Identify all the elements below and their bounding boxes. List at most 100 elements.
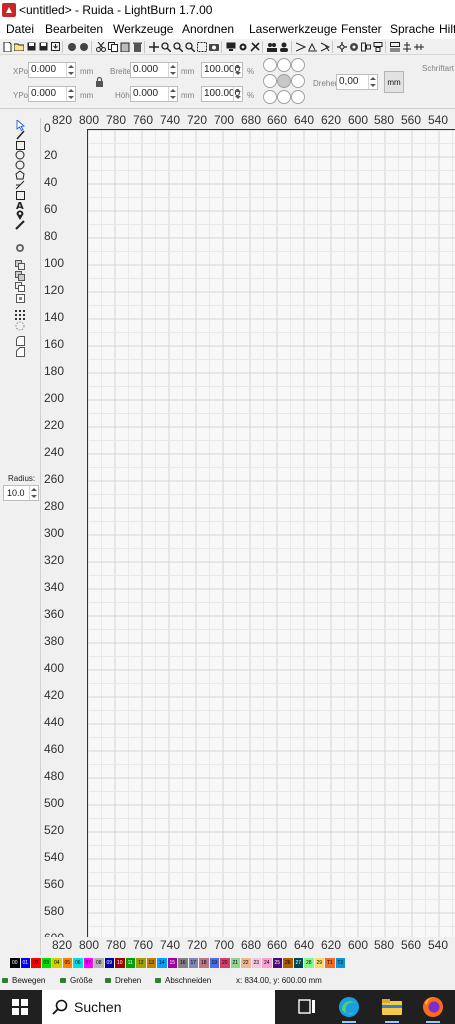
copy-icon[interactable]	[108, 41, 118, 52]
rectangle-tool-icon[interactable]	[14, 140, 26, 150]
height-input[interactable]: 0.000	[130, 86, 178, 102]
measure-box-tool-icon[interactable]	[14, 190, 26, 200]
export-icon[interactable]	[67, 42, 77, 52]
boolean-subtract-icon[interactable]	[14, 282, 26, 292]
frame-selection-icon[interactable]	[197, 41, 207, 52]
status-rotate[interactable]: Drehen	[105, 976, 141, 985]
distribute-vertical-icon[interactable]	[373, 41, 383, 52]
color-swatch-t1[interactable]: T1	[325, 958, 335, 968]
color-swatch-26[interactable]: 26	[283, 958, 293, 968]
edit-nodes-tool-icon[interactable]	[14, 130, 26, 140]
move-laser-icon[interactable]	[337, 41, 347, 52]
zoom-out-icon[interactable]	[173, 41, 183, 52]
xpos-input[interactable]: 0.000	[28, 62, 76, 78]
settings-gear-icon[interactable]	[238, 42, 248, 52]
color-swatch-25[interactable]: 25	[272, 958, 282, 968]
scale-y-input[interactable]: 100.000	[201, 86, 243, 102]
color-swatch-01[interactable]: 01	[20, 958, 30, 968]
color-swatch-09[interactable]: 09	[104, 958, 114, 968]
boolean-intersect-icon[interactable]	[14, 293, 26, 303]
zoom-in-icon[interactable]	[161, 41, 171, 52]
origin-bottom-center[interactable]	[277, 90, 291, 104]
scale-x-input[interactable]: 100.000	[201, 62, 243, 78]
origin-bottom-left[interactable]	[263, 90, 277, 104]
group-users-icon[interactable]	[267, 42, 277, 52]
status-move[interactable]: Bewegen	[2, 976, 45, 985]
ypos-input[interactable]: 0.000	[28, 86, 76, 102]
rotate-input[interactable]: 0,00	[336, 74, 378, 90]
color-swatch-21[interactable]: 21	[230, 958, 240, 968]
radius-input[interactable]: 10.0	[3, 485, 39, 501]
delete-icon[interactable]	[132, 42, 142, 52]
origin-top-left[interactable]	[263, 58, 277, 72]
menu-window[interactable]: Fenster	[341, 22, 382, 36]
task-view-icon[interactable]	[296, 996, 318, 1018]
color-swatch-27[interactable]: 27	[293, 958, 303, 968]
width-input[interactable]: 0.000	[130, 62, 178, 78]
line-tool-icon[interactable]	[14, 180, 26, 190]
color-swatch-14[interactable]: 14	[157, 958, 167, 968]
user-icon[interactable]	[279, 42, 289, 52]
boolean-union-icon[interactable]	[14, 271, 26, 281]
menu-help[interactable]: Hilf	[439, 22, 455, 36]
camera-icon[interactable]	[209, 42, 219, 52]
new-file-icon[interactable]	[2, 41, 12, 52]
origin-middle-right[interactable]	[291, 74, 305, 88]
color-swatch-05[interactable]: 05	[62, 958, 72, 968]
polygon-tool-icon[interactable]	[14, 160, 26, 170]
dock-icon[interactable]	[390, 41, 400, 52]
cut-icon[interactable]	[96, 41, 106, 52]
align-icon[interactable]	[296, 42, 306, 52]
align-spread-icon[interactable]	[414, 42, 424, 52]
color-swatch-06[interactable]: 06	[73, 958, 83, 968]
color-swatch-13[interactable]: 13	[146, 958, 156, 968]
flip-icon[interactable]	[320, 42, 330, 52]
open-file-icon[interactable]	[14, 42, 24, 52]
chamfer-corner-icon[interactable]	[14, 347, 26, 357]
xpos-stepper[interactable]	[66, 63, 75, 77]
height-stepper[interactable]	[168, 87, 177, 101]
taskbar-search[interactable]: Suchen	[42, 990, 275, 1024]
color-swatch-16[interactable]: 16	[178, 958, 188, 968]
file-explorer-icon[interactable]	[381, 996, 403, 1018]
distribute-icon[interactable]	[361, 42, 371, 52]
mirror-icon[interactable]	[308, 42, 318, 52]
target-icon[interactable]	[349, 42, 359, 52]
select-tool-icon[interactable]	[14, 119, 26, 131]
color-swatch-17[interactable]: 17	[188, 958, 198, 968]
units-toggle-button[interactable]: mm	[384, 71, 404, 93]
color-swatch-28[interactable]: 28	[304, 958, 314, 968]
color-swatch-15[interactable]: 15	[167, 958, 177, 968]
position-laser-tool-icon[interactable]	[14, 210, 26, 220]
radius-stepper[interactable]	[29, 486, 38, 500]
origin-center[interactable]	[277, 74, 291, 88]
status-size[interactable]: Größe	[60, 976, 93, 985]
origin-top-right[interactable]	[291, 58, 305, 72]
measure-tool-icon[interactable]	[14, 220, 26, 230]
color-swatch-00[interactable]: 00	[10, 958, 20, 968]
color-swatch-22[interactable]: 22	[241, 958, 251, 968]
color-swatch-19[interactable]: 19	[209, 958, 219, 968]
color-swatch-04[interactable]: 04	[52, 958, 62, 968]
menu-language[interactable]: Sprache	[390, 22, 435, 36]
lock-aspect-icon[interactable]	[95, 76, 104, 90]
save-icon[interactable]	[26, 42, 36, 52]
origin-bottom-right[interactable]	[291, 90, 305, 104]
scale-y-stepper[interactable]	[233, 87, 242, 101]
offset-shapes-icon[interactable]	[14, 243, 26, 253]
shape-tool-icon[interactable]	[14, 170, 26, 180]
color-swatch-12[interactable]: 12	[136, 958, 146, 968]
gcode-icon[interactable]	[79, 42, 89, 52]
width-stepper[interactable]	[168, 63, 177, 77]
color-swatch-10[interactable]: 10	[115, 958, 125, 968]
zoom-page-icon[interactable]	[185, 41, 195, 52]
menu-edit[interactable]: Bearbeiten	[45, 22, 103, 36]
monitor-icon[interactable]	[226, 42, 236, 52]
rotate-stepper[interactable]	[368, 75, 377, 89]
color-swatch-02[interactable]: 02	[31, 958, 41, 968]
menu-file[interactable]: Datei	[6, 22, 34, 36]
workspace-canvas[interactable]	[87, 129, 455, 938]
windows-start-icon[interactable]	[12, 999, 28, 1015]
text-tool-icon[interactable]: A	[14, 200, 26, 210]
color-swatch-08[interactable]: 08	[94, 958, 104, 968]
